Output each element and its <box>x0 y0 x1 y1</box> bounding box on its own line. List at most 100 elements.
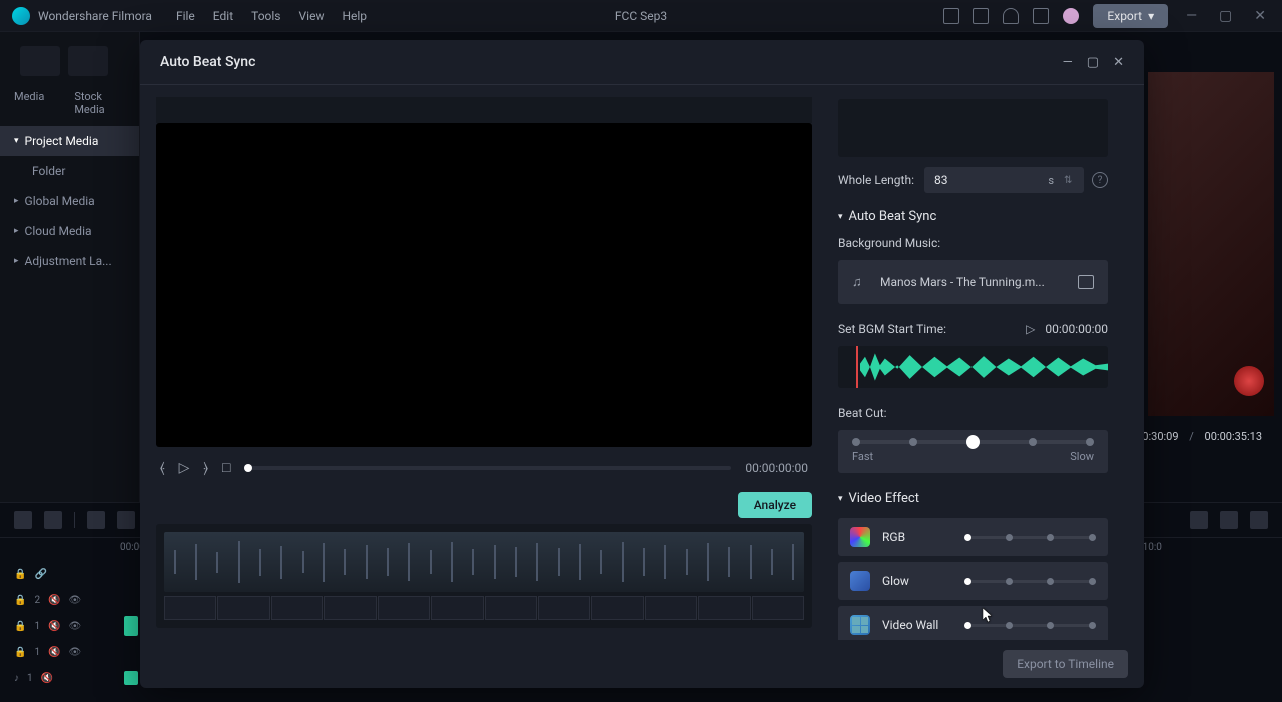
section-video-effect[interactable]: ▾Video Effect <box>838 491 1108 506</box>
effect-rgb[interactable]: RGB <box>838 518 1108 556</box>
tl-zoom-icon[interactable] <box>1220 511 1238 529</box>
export-label: Export <box>1107 9 1142 23</box>
export-tl-label: Export to Timeline <box>1017 657 1114 671</box>
time-sep: / <box>1189 430 1194 443</box>
effect-video-wall[interactable]: Video Wall <box>838 606 1108 640</box>
tree-project-media[interactable]: ▾Project Media <box>0 126 139 156</box>
app-name: Wondershare Filmora <box>38 9 152 23</box>
chevron-down-icon: ▾ <box>1148 9 1154 23</box>
folder-icon[interactable] <box>1078 275 1094 289</box>
preview-video-frame <box>1148 72 1274 416</box>
tree-label: Project Media <box>25 134 99 148</box>
menu-edit[interactable]: Edit <box>213 9 233 23</box>
player-controls: ⦑ ▷ ⦒ □ 00:00:00:00 <box>156 449 812 486</box>
tree-folder[interactable]: Folder <box>0 156 139 186</box>
prev-frame-icon[interactable]: ⦑ <box>160 460 165 476</box>
glow-icon <box>850 571 870 591</box>
close-icon[interactable]: ✕ <box>1250 8 1270 24</box>
tl-cursor-icon[interactable] <box>44 511 62 529</box>
player-timecode: 00:00:00:00 <box>745 461 808 475</box>
play-icon[interactable]: ▷ <box>179 460 190 476</box>
menu-file[interactable]: File <box>176 9 195 23</box>
tree-label: Adjustment La... <box>25 254 112 268</box>
chevron-down-icon: ▾ <box>838 212 843 222</box>
bgm-start-timecode[interactable]: 00:00:00:00 <box>1045 322 1108 336</box>
tree-cloud-media[interactable]: ▸Cloud Media <box>0 216 139 246</box>
tab-stock[interactable]: Stock Media <box>74 90 125 116</box>
chevron-right-icon: ▸ <box>14 196 19 206</box>
slider-thumb[interactable] <box>966 435 980 449</box>
beat-cut-label: Beat Cut: <box>838 406 1108 420</box>
preview-topbar <box>156 97 812 123</box>
tree-label: Cloud Media <box>25 224 92 238</box>
tab-media[interactable]: Media <box>14 90 44 116</box>
export-timeline-button[interactable]: Export to Timeline <box>1003 650 1128 678</box>
chevron-down-icon: ▾ <box>838 494 843 504</box>
maximize-icon[interactable]: ▢ <box>1215 8 1236 24</box>
stop-icon[interactable]: □ <box>222 459 230 476</box>
video-preview[interactable] <box>156 123 812 447</box>
modal-close-icon[interactable]: ✕ <box>1113 55 1124 70</box>
modal-settings-pane: Whole Length: s ⇅ ? ▾Auto Beat Sync Back… <box>828 85 1126 640</box>
apps-icon[interactable] <box>1033 8 1049 24</box>
section-auto-beat-sync[interactable]: ▾Auto Beat Sync <box>838 209 1108 224</box>
modal-minimize-icon[interactable]: — <box>1063 55 1073 70</box>
export-button[interactable]: Export ▾ <box>1093 4 1168 28</box>
music-selector: ♫ Manos Mars - The Tunning.m... <box>838 260 1108 304</box>
save-icon[interactable] <box>943 8 959 24</box>
analyze-label: Analyze <box>754 498 796 512</box>
effect-slider[interactable] <box>964 580 1096 583</box>
unit-label: s <box>1048 174 1054 187</box>
link-icon[interactable]: 🔗 <box>34 569 46 580</box>
clip-thumb[interactable] <box>124 616 138 636</box>
tl-tool-icon[interactable] <box>14 511 32 529</box>
effect-slider[interactable] <box>964 624 1096 627</box>
bgm-waveform[interactable] <box>838 346 1108 388</box>
project-name: FCC Sep3 <box>615 9 667 23</box>
beat-cut-slider[interactable]: FastSlow <box>838 430 1108 473</box>
seek-bar[interactable] <box>244 466 731 470</box>
auto-beat-sync-modal: Auto Beat Sync — ▢ ✕ ⦑ ▷ ⦒ □ 00:00:00:00… <box>140 40 1144 688</box>
audio-clip[interactable] <box>124 671 138 685</box>
library-icon[interactable] <box>973 8 989 24</box>
playhead[interactable] <box>856 346 858 388</box>
tl-undo-icon[interactable] <box>87 511 105 529</box>
menu-view[interactable]: View <box>299 9 325 23</box>
main-menu: File Edit Tools View Help <box>176 9 367 23</box>
beat-markers[interactable] <box>164 596 804 620</box>
next-frame-icon[interactable]: ⦒ <box>203 460 208 476</box>
menu-help[interactable]: Help <box>342 9 367 23</box>
analyze-button[interactable]: Analyze <box>738 492 812 518</box>
waveform-area[interactable] <box>156 524 812 628</box>
tree-label: Global Media <box>25 194 95 208</box>
modal-maximize-icon[interactable]: ▢ <box>1087 55 1099 70</box>
menu-tools[interactable]: Tools <box>251 9 280 23</box>
bgm-label: Background Music: <box>838 236 1108 250</box>
tl-add-icon[interactable] <box>1190 511 1208 529</box>
rgb-icon <box>850 527 870 547</box>
lock-icon[interactable]: 🔒 <box>14 569 26 580</box>
media-tab-icon[interactable] <box>20 46 60 76</box>
modal-preview-pane: ⦑ ▷ ⦒ □ 00:00:00:00 Analyze <box>140 85 828 640</box>
tl-redo-icon[interactable] <box>117 511 135 529</box>
info-icon[interactable]: ? <box>1092 172 1108 188</box>
stepper-icon[interactable]: ⇅ <box>1064 175 1072 186</box>
user-avatar[interactable] <box>1063 8 1079 24</box>
tree-global-media[interactable]: ▸ Global Media <box>0 186 139 216</box>
cloud-icon[interactable] <box>1003 8 1019 24</box>
music-filename: Manos Mars - The Tunning.m... <box>880 275 1066 289</box>
stock-tab-icon[interactable] <box>68 46 108 76</box>
slow-label: Slow <box>1070 450 1094 463</box>
video-wall-icon <box>850 615 870 635</box>
effect-glow[interactable]: Glow <box>838 562 1108 600</box>
effect-slider[interactable] <box>964 536 1096 539</box>
bgm-play-icon[interactable]: ▷ <box>1026 322 1035 336</box>
whole-length-input[interactable] <box>924 167 1084 193</box>
music-note-icon: ♫ <box>852 274 868 290</box>
start-time-label: Set BGM Start Time: <box>838 322 946 336</box>
modal-title: Auto Beat Sync <box>160 54 255 70</box>
tree-label: Folder <box>32 164 65 178</box>
minimize-icon[interactable]: — <box>1182 8 1201 24</box>
tree-adjustment-layer[interactable]: ▸Adjustment La... <box>0 246 139 276</box>
tl-view-icon[interactable] <box>1250 511 1268 529</box>
